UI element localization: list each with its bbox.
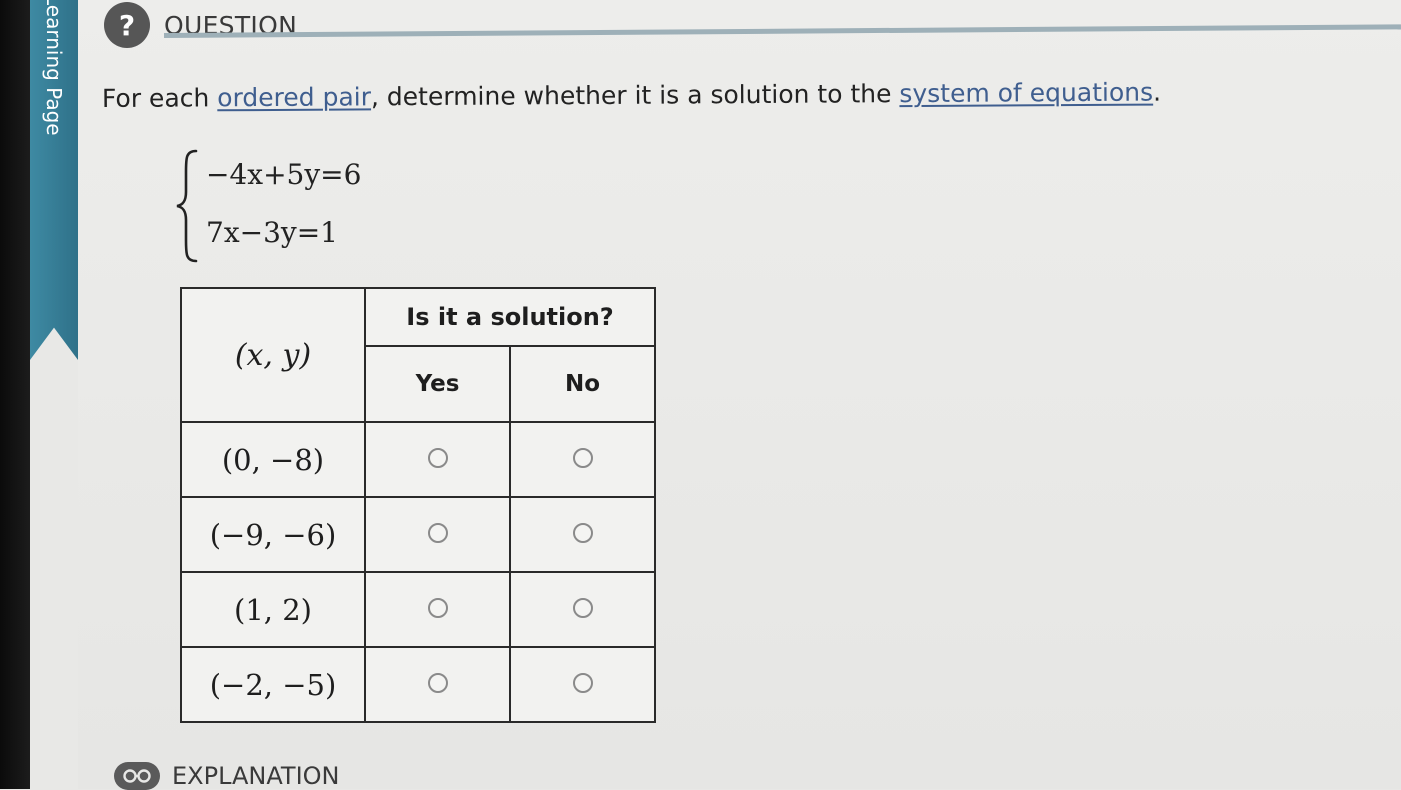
question-prompt: For each ordered pair, determine whether… [102,78,1161,113]
pair-column-header: (x, y) [180,287,366,423]
yes-cell [364,496,511,573]
table-row: (−2, −5) [180,646,656,723]
ordered-pair-link[interactable]: ordered pair [217,82,371,112]
no-radio[interactable] [572,447,593,468]
learning-page-tab-label: Learning Page [42,0,66,136]
solution-table: (x, y) Is it a solution? Yes No (0, −8) … [180,287,656,723]
ordered-pair-cell: (−9, −6) [180,496,366,573]
ordered-pair-cell: (0, −8) [180,421,366,498]
no-column-header: No [509,345,656,423]
no-cell [509,646,656,723]
equation-1: −4x+5y=6 [206,158,362,191]
ordered-pair-cell: (−2, −5) [180,646,366,723]
no-cell [509,421,656,498]
no-radio[interactable] [572,597,593,618]
prompt-text-start: For each [101,83,218,113]
yes-radio[interactable] [427,672,448,693]
ordered-pair-cell: (1, 2) [180,571,366,648]
solution-column-header: Is it a solution? [364,287,656,347]
question-mark-icon: ? [104,2,150,48]
yes-radio[interactable] [427,597,448,618]
screen-bezel [0,0,30,789]
yes-cell [364,646,511,723]
prompt-text-end: . [1152,77,1162,107]
yes-cell [364,421,511,498]
yes-column-header: Yes [364,345,511,423]
no-radio[interactable] [572,672,593,693]
yes-radio[interactable] [427,522,448,543]
question-page: ? QUESTION For each ordered pair, determ… [78,0,1401,790]
table-row: (−9, −6) [180,496,656,573]
header-divider [163,24,1401,38]
yes-cell [364,571,511,648]
no-cell [509,571,656,648]
yes-radio[interactable] [427,447,448,468]
left-brace-icon [176,149,198,263]
no-cell [509,496,656,573]
explanation-label: EXPLANATION [172,762,340,790]
no-radio[interactable] [572,522,593,543]
table-row: (0, −8) [180,421,656,498]
explanation-section[interactable]: EXPLANATION [114,762,340,790]
table-row: (1, 2) [180,571,656,648]
question-header: ? QUESTION [104,2,297,48]
prompt-text-middle: , determine whether it is a solution to … [370,79,900,112]
system-of-equations-link[interactable]: system of equations [899,78,1153,109]
glasses-icon [114,762,160,790]
equation-2: 7x−3y=1 [206,216,338,249]
learning-page-tab[interactable]: Learning Page [30,0,78,360]
